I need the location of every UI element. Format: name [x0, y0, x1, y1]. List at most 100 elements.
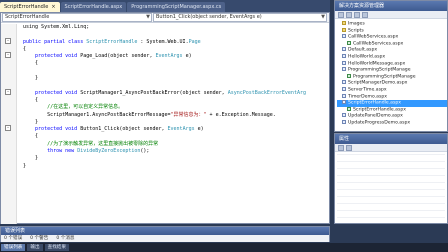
solution-tree-item-label: ServerTime.aspx [348, 87, 387, 93]
code-token: : System.Web.UI. [137, 38, 189, 45]
solution-tree-item-label: HelloWorldMessage.aspx [348, 61, 406, 67]
tool-window-tab[interactable]: 错误列表 [1, 244, 26, 251]
document-tab-label: ScriptErrorHandle [4, 4, 49, 10]
solution-tree-item-label: ProgrammingScriptManage [348, 67, 411, 73]
solution-explorer-toolbar [335, 11, 447, 19]
solution-tree-item-label: ScriptErrorHandle.aspx [353, 107, 407, 113]
code-token: { [23, 60, 39, 67]
solution-tree-item-label: TimerDemo.aspx [348, 94, 388, 100]
code-line: protected void Button1_Click(object send… [23, 126, 329, 133]
code-token: Button1_Click(object sender, [80, 126, 168, 133]
view-code-icon[interactable] [362, 12, 368, 18]
solution-tree-item[interactable]: ScriptErrorHandle.aspx [337, 106, 447, 114]
code-token: //为了演示触发异常，这里直接抛出被零除的异常 [23, 140, 159, 147]
aspx-file-icon [342, 60, 346, 65]
code-token: throw new [23, 148, 78, 155]
aspx-file-icon [342, 53, 346, 58]
error-list-filter-bar: 0 个错误 0 个警告 0 个消息 [1, 235, 329, 242]
aspx-file-icon [342, 100, 346, 105]
code-line: //在这里，可以自定义异常信息。 [23, 104, 329, 111]
solution-tree-item[interactable]: CallWebServices.aspx [337, 40, 447, 48]
code-line: } [23, 155, 329, 162]
code-token: public partial class [23, 38, 87, 45]
editor-navigation-bar: ScriptErrorHandle ▼ Button1_Click(object… [1, 13, 329, 23]
code-line: ScriptManager1.AsyncPostBackErrorMessage… [23, 112, 329, 119]
solution-tree-item[interactable]: UpdateProgressDemo.aspx [337, 119, 447, 127]
code-token: ScriptManager1.AsyncPostBackErrorMessage… [23, 111, 171, 118]
errors-filter-button[interactable]: 0 个错误 [4, 235, 22, 242]
solution-tree-item[interactable]: Images [337, 21, 447, 28]
error-list-panel: 错误列表 0 个错误 0 个警告 0 个消息 [0, 226, 330, 242]
solution-tree-item-label: UpdateProgressDemo.aspx [348, 120, 411, 126]
solution-tree-item[interactable]: ProgrammingScriptManage [337, 67, 447, 74]
code-line: protected void ScriptManager1_AsyncPostB… [23, 90, 329, 97]
solution-tree-item[interactable]: ScriptErrorHandle.aspx [337, 100, 447, 107]
solution-tree-item[interactable]: HelloWorld.aspx [337, 53, 447, 61]
solution-tree-item-label: Default.aspx [348, 47, 378, 53]
tool-window-tab[interactable]: 查找结果 [44, 244, 69, 251]
properties-toolbar [335, 144, 447, 152]
close-icon[interactable]: × [51, 4, 55, 10]
tool-window-tab[interactable]: 输出 [27, 244, 43, 251]
solution-tree-item[interactable]: Scripts [337, 27, 447, 35]
show-all-files-icon[interactable] [346, 12, 352, 18]
collapse-icon[interactable]: - [5, 125, 11, 131]
code-editor[interactable]: ScriptErrorHandle ▼ Button1_Click(object… [0, 12, 330, 224]
solution-tree-item[interactable]: UpdatePanelDemo.aspx [337, 113, 447, 120]
aspx-file-icon [342, 67, 346, 72]
messages-filter-button[interactable]: 0 个消息 [56, 235, 74, 242]
code-token: ScriptManager1_AsyncPostBackError(object… [80, 89, 228, 96]
solution-tree-item[interactable]: TimerDemo.aspx [337, 93, 447, 101]
chevron-down-icon: ▼ [321, 14, 325, 20]
solution-tree-item[interactable]: Default.aspx [337, 47, 447, 54]
code-token: ScriptErrorHandle [86, 38, 138, 45]
solution-tree-item[interactable]: ProgrammingScriptManage [337, 73, 447, 81]
member-dropdown[interactable]: Button1_Click(object sender, EventArgs e… [153, 13, 327, 22]
code-token: Page [188, 38, 201, 45]
class-dropdown[interactable]: ScriptErrorHandle ▼ [2, 13, 152, 22]
document-tab-label: ScriptErrorHandle.aspx [64, 4, 123, 10]
warnings-filter-button[interactable]: 0 个警告 [30, 235, 48, 242]
code-text-area[interactable]: using System.Xml.Linq; public partial cla… [23, 24, 329, 222]
code-line: protected void Page_Load(object sender, … [23, 53, 329, 60]
collapse-icon[interactable]: - [5, 52, 11, 58]
code-token: { [23, 96, 39, 103]
solution-tree: Images Scripts CallWebServices.aspx CallWeb… [335, 19, 447, 127]
solution-tree-item-label: HelloWorld.aspx [348, 54, 386, 60]
code-line: } [23, 119, 329, 126]
code-token: protected void [23, 126, 81, 133]
collapse-icon[interactable]: - [5, 89, 11, 95]
document-tab[interactable]: ScriptErrorHandle.aspx [60, 2, 127, 12]
code-token: } [23, 155, 39, 162]
solution-tree-item-label: UpdatePanelDemo.aspx [348, 113, 403, 119]
class-dropdown-value: ScriptErrorHandle [5, 14, 50, 20]
properties-title: 属性 [335, 134, 447, 144]
aspx-file-icon [342, 34, 346, 39]
code-token: protected void [23, 53, 81, 60]
document-tab[interactable]: ScriptErrorHandle × [0, 2, 60, 12]
code-token: } [23, 162, 27, 169]
code-line: using System.Xml.Linq; [23, 24, 329, 31]
code-token: + e.Exception.Message. [206, 111, 276, 118]
bottom-tool-window-tabs: 错误列表 输出 查找结果 [0, 243, 448, 252]
properties-grid [337, 154, 445, 221]
solution-tree-item[interactable]: HelloWorldMessage.aspx [337, 60, 447, 68]
aspx-file-icon [342, 47, 346, 52]
error-list-title: 错误列表 [1, 227, 329, 235]
solution-tree-item[interactable]: CallWebServices.aspx [337, 34, 447, 41]
code-token: (); [140, 148, 150, 155]
collapse-icon[interactable]: - [5, 38, 11, 44]
refresh-icon[interactable] [354, 12, 360, 18]
solution-tree-item[interactable]: ScriptManagerDemo.aspx [337, 80, 447, 87]
categorized-icon[interactable] [338, 145, 344, 151]
alphabetical-icon[interactable] [346, 145, 352, 151]
solution-tree-item[interactable]: ServerTime.aspx [337, 86, 447, 94]
code-line: throw new DivideByZeroException(); [23, 148, 329, 155]
properties-icon[interactable] [338, 12, 344, 18]
aspx-file-icon [342, 113, 346, 118]
document-tabs: ScriptErrorHandle × ScriptErrorHandle.aspx… [0, 0, 330, 12]
document-tab[interactable]: ProgrammingScriptManager.aspx.cs [127, 2, 226, 12]
